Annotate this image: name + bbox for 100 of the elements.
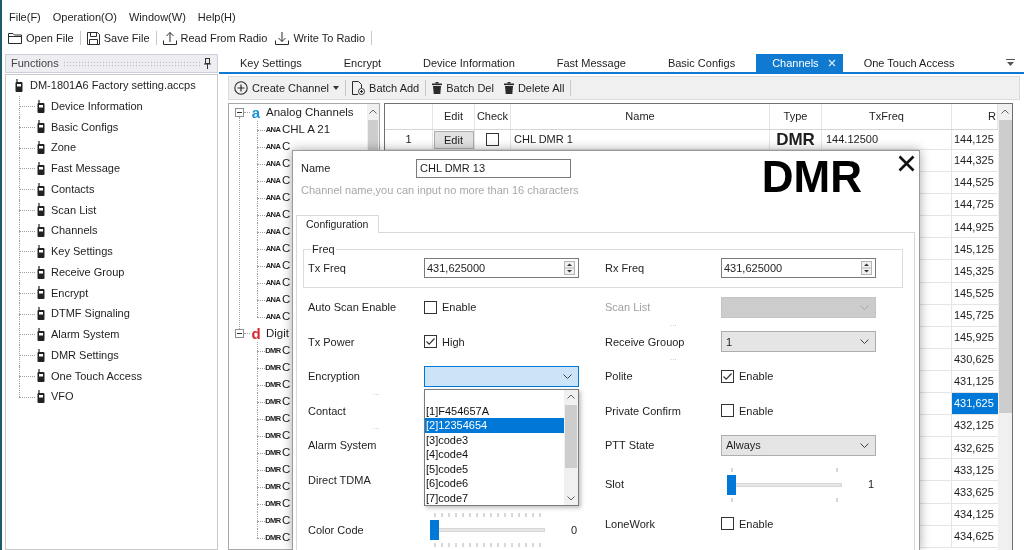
tree-item[interactable]: Encrypt xyxy=(51,284,89,302)
toolbar-button[interactable]: Batch Add xyxy=(350,78,422,98)
table-cell[interactable]: 431,625 xyxy=(952,393,998,415)
slider-track[interactable] xyxy=(727,474,842,495)
tree-item[interactable]: C xyxy=(282,392,291,411)
scrollbar-thumb[interactable] xyxy=(998,120,1012,413)
tree-item[interactable]: C xyxy=(282,443,291,462)
close-icon[interactable] xyxy=(898,155,915,172)
slider-thumb[interactable] xyxy=(727,474,736,495)
scrollbar-thumb[interactable] xyxy=(565,404,577,468)
tree-item[interactable]: C xyxy=(282,239,291,258)
list-option[interactable]: [2]12354654 xyxy=(425,418,564,433)
tree-item[interactable]: C xyxy=(282,528,291,547)
tree-item[interactable]: Key Settings xyxy=(51,243,113,260)
checkbox[interactable] xyxy=(424,300,437,314)
table-cell[interactable]: 144,325 xyxy=(952,150,998,172)
tree-item[interactable]: DTMF Signaling xyxy=(51,305,130,322)
collapse-icon[interactable] xyxy=(235,108,244,117)
tab[interactable]: Fast Message xyxy=(535,54,647,72)
tree-item[interactable]: C xyxy=(282,273,291,292)
checkbox-label[interactable]: Enable xyxy=(442,299,477,316)
checkbox[interactable] xyxy=(424,335,437,349)
list-option[interactable]: [1]F454657A xyxy=(425,403,564,419)
tree-item[interactable]: Basic Configs xyxy=(51,118,119,136)
list-option[interactable]: [6]code6 xyxy=(425,476,564,491)
toolbar-button[interactable]: Open File xyxy=(6,28,76,48)
toolbar-button[interactable]: Write To Radio xyxy=(273,28,368,48)
tree-item[interactable]: Scan List xyxy=(51,201,97,219)
dropdown[interactable] xyxy=(424,365,579,387)
table-cell[interactable]: 433,625 xyxy=(952,481,998,503)
tree-item[interactable]: VFO xyxy=(51,388,74,405)
tree-item[interactable]: CHL A 21 xyxy=(282,120,331,139)
checkbox[interactable] xyxy=(721,369,734,383)
scrollbar[interactable] xyxy=(998,104,1012,550)
tab[interactable]: One Touch Access xyxy=(842,54,976,72)
table-cell[interactable]: 432,125 xyxy=(952,415,998,437)
text-field[interactable]: CHL DMR 13 xyxy=(416,159,571,178)
tree-item[interactable]: C xyxy=(282,375,291,394)
tree-item[interactable]: C xyxy=(282,494,291,513)
checkbox[interactable] xyxy=(721,517,734,531)
list-option[interactable]: [5]code5 xyxy=(425,461,564,477)
table-cell[interactable]: 433,125 xyxy=(952,459,998,481)
menu-item[interactable]: Window(W) xyxy=(123,11,192,24)
table-cell[interactable]: 434,125 xyxy=(952,503,998,525)
tree-item[interactable]: Device Information xyxy=(51,97,143,115)
tree-item[interactable]: C xyxy=(282,171,291,190)
tab-menu-icon[interactable] xyxy=(1006,59,1015,67)
table-cell[interactable]: 144,525 xyxy=(952,172,998,194)
tree-item[interactable]: C xyxy=(282,460,291,479)
tree-item[interactable]: Fast Message xyxy=(51,160,121,177)
pin-icon[interactable] xyxy=(204,58,211,69)
spin-buttons[interactable] xyxy=(564,261,575,275)
tree-item[interactable]: C xyxy=(282,341,291,360)
tab[interactable]: Configuration xyxy=(296,215,379,233)
tree-item[interactable]: Digit xyxy=(266,324,289,343)
slider-track[interactable] xyxy=(430,520,545,540)
table-cell[interactable]: 431,125 xyxy=(952,370,998,393)
tree-item[interactable]: Analog Channels xyxy=(266,103,354,122)
tab[interactable]: Key Settings xyxy=(219,54,323,72)
table-cell[interactable]: 144,125 xyxy=(952,130,998,149)
checkbox-label[interactable]: Enable xyxy=(739,368,774,385)
checkbox[interactable] xyxy=(486,133,499,146)
toolbar-button[interactable]: Create Channel xyxy=(232,78,342,98)
list-option[interactable]: [7]code7 xyxy=(425,490,564,506)
spin-buttons[interactable] xyxy=(861,261,872,275)
table-cell[interactable]: 145,925 xyxy=(952,326,998,348)
number-field[interactable]: 431,625000 xyxy=(424,258,579,278)
tree-item[interactable]: DMR Settings xyxy=(51,346,119,364)
tree-item[interactable]: C xyxy=(282,154,291,173)
list-option[interactable]: [3]code3 xyxy=(425,432,564,448)
scrollbar[interactable] xyxy=(564,389,578,505)
menu-item[interactable]: Operation(O) xyxy=(46,11,123,24)
tab[interactable]: Basic Configs xyxy=(646,54,757,72)
edit-button[interactable]: Edit xyxy=(433,130,474,149)
tree-item[interactable]: Zone xyxy=(51,139,77,156)
slider-thumb[interactable] xyxy=(430,520,439,540)
table-cell[interactable]: 434,625 xyxy=(952,525,998,547)
tree-item[interactable]: Receive Group xyxy=(51,263,125,281)
tree-item[interactable]: C xyxy=(282,137,291,156)
tree-item[interactable]: One Touch Access xyxy=(51,367,142,385)
table-cell[interactable]: 145,725 xyxy=(952,304,998,326)
tree-item[interactable]: C xyxy=(282,409,291,428)
scroll-down-icon[interactable] xyxy=(567,495,575,501)
menu-item[interactable]: Help(H) xyxy=(191,11,242,24)
scroll-up-icon[interactable] xyxy=(1001,109,1009,114)
checkbox[interactable] xyxy=(721,404,734,418)
dropdown[interactable]: Always xyxy=(721,434,876,456)
tree-item[interactable]: DM-1801A6 Factory setting.accps xyxy=(30,77,196,94)
tree-item[interactable]: C xyxy=(282,256,291,275)
tree-item[interactable]: C xyxy=(282,205,291,224)
toolbar-button[interactable]: Read From Radio xyxy=(160,28,270,48)
tree-item[interactable]: Alarm System xyxy=(51,326,120,343)
scroll-up-icon[interactable] xyxy=(567,394,575,400)
tree-item[interactable]: C xyxy=(282,188,291,207)
table-cell[interactable]: 430,625 xyxy=(952,348,998,370)
tree-item[interactable]: C xyxy=(282,307,291,326)
toolbar-button[interactable]: Delete All xyxy=(501,78,567,98)
list-option[interactable]: [4]code4 xyxy=(425,447,564,462)
tab[interactable]: Encrypt xyxy=(322,54,403,72)
table-cell[interactable]: 145,125 xyxy=(952,238,998,260)
